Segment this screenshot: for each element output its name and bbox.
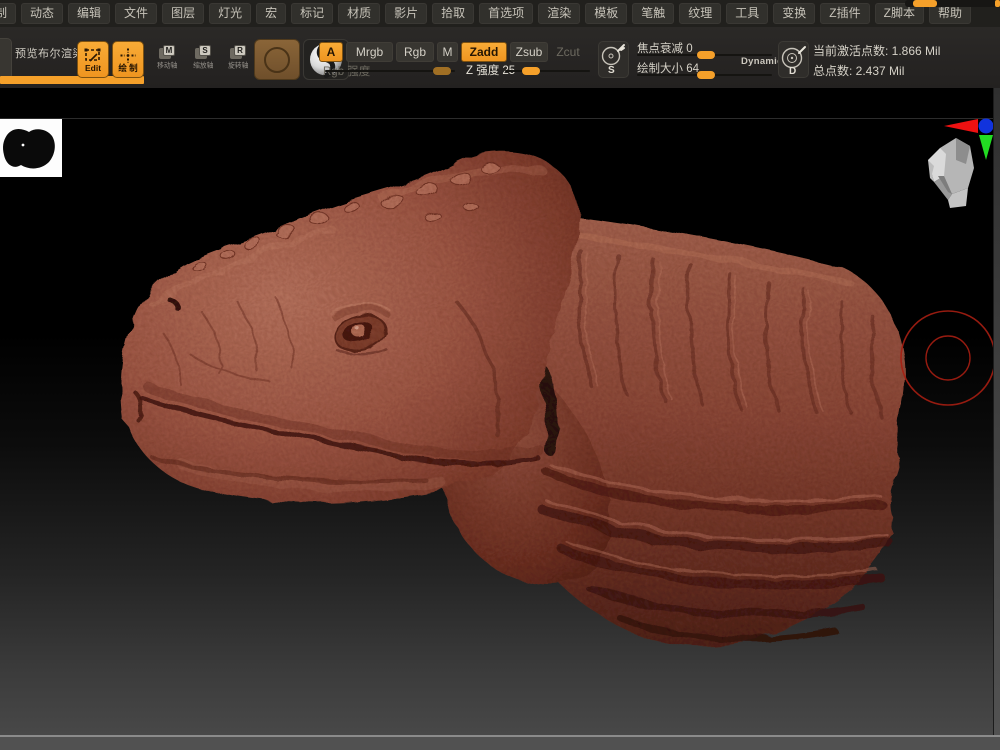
menu-item-material[interactable]: 材质 (338, 3, 380, 24)
menu-bar: 制 动态 编辑 文件 图层 灯光 宏 标记 材质 影片 拾取 首选项 渲染 模板… (0, 0, 1000, 27)
tool-head-icon[interactable] (922, 130, 978, 208)
menu-item-transform[interactable]: 变换 (773, 3, 815, 24)
rotate-gizmo-button[interactable]: R 旋转轴 (221, 45, 255, 75)
draw-size-handle[interactable] (697, 71, 715, 79)
edit-button-label: Edit (85, 64, 101, 72)
top-shelf: 预览布尔渲染 Edit 绘 制 M 移动轴 (0, 27, 1000, 88)
rgb-intensity-handle[interactable] (433, 67, 451, 75)
top-scroll-slider[interactable] (905, 0, 1000, 7)
rgb-intensity-slider[interactable] (325, 70, 455, 72)
active-points-count: 当前激活点数: 1.866 Mil (813, 42, 940, 59)
menu-item-zplugin[interactable]: Z插件 (820, 3, 869, 24)
edit-button[interactable]: Edit (77, 41, 109, 78)
svg-text:D: D (789, 66, 796, 77)
menu-item-texture[interactable]: 纹理 (679, 3, 721, 24)
draw-size-slider[interactable] (637, 74, 772, 76)
zadd-button[interactable]: Zadd (461, 42, 507, 62)
zsub-button[interactable]: Zsub (510, 42, 548, 62)
menu-item-render[interactable]: 渲染 (538, 3, 580, 24)
menu-item-marker[interactable]: 标记 (291, 3, 333, 24)
shelf-edge-button[interactable] (0, 38, 12, 80)
rgb-button[interactable]: Rgb (396, 42, 434, 62)
top-scroll-nub (995, 0, 1000, 7)
brush-cursor (0, 88, 1000, 735)
move-label: 移动轴 (157, 61, 177, 71)
menu-item-picker[interactable]: 拾取 (432, 3, 474, 24)
bottom-bar (0, 735, 1000, 750)
zbrush-window: 制 动态 编辑 文件 图层 灯光 宏 标记 材质 影片 拾取 首选项 渲染 模板… (0, 0, 1000, 750)
scale-label: 缩放轴 (193, 61, 213, 71)
menu-item-layer[interactable]: 图层 (162, 3, 204, 24)
menu-item-edit[interactable]: 编辑 (68, 3, 110, 24)
mrgb-button[interactable]: Mrgb (346, 42, 393, 62)
draw-size-d-icon: D (779, 42, 808, 77)
z-intensity-slider[interactable] (505, 70, 590, 72)
canvas-right-border (993, 88, 1000, 735)
move-icon: M (159, 45, 175, 59)
menu-item-movie[interactable]: 影片 (385, 3, 427, 24)
menu-item-partial[interactable]: 制 (0, 3, 16, 24)
preview-boolean-button[interactable]: 预览布尔渲染 (15, 45, 84, 61)
dynamic-d-button[interactable]: D (778, 41, 809, 78)
z-intensity-handle[interactable] (522, 67, 540, 75)
brush-size-icon: S (599, 42, 628, 77)
menu-item-light[interactable]: 灯光 (209, 3, 251, 24)
menu-item-preferences[interactable]: 首选项 (479, 3, 533, 24)
scale-icon: S (195, 45, 211, 59)
brush-well[interactable] (254, 39, 300, 80)
menu-item-stroke[interactable]: 笔触 (632, 3, 674, 24)
menu-item-file[interactable]: 文件 (115, 3, 157, 24)
move-gizmo-button[interactable]: M 移动轴 (150, 45, 184, 75)
marquee-icon (84, 48, 102, 63)
menu-item-dynamic[interactable]: 动态 (21, 3, 63, 24)
svg-text:S: S (608, 65, 615, 76)
draw-button-label: 绘 制 (118, 64, 137, 72)
rotate-label: 旋转轴 (228, 61, 248, 71)
menu-item-macro[interactable]: 宏 (256, 3, 286, 24)
z-axis-dot (979, 119, 994, 134)
top-scroll-handle[interactable] (913, 0, 937, 7)
mask-button[interactable]: M (437, 42, 458, 62)
menu-item-template[interactable]: 模板 (585, 3, 627, 24)
rotate-icon: R (230, 45, 246, 59)
dynamic-mode-label[interactable]: Dynamic (741, 56, 783, 67)
focal-shift-handle[interactable] (697, 51, 715, 59)
total-points-count: 总点数: 2.437 Mil (813, 62, 904, 79)
stroke-s-button[interactable]: S (598, 41, 629, 78)
brush-tip-icon (264, 47, 290, 73)
document-canvas[interactable] (0, 88, 1000, 735)
menu-item-tool[interactable]: 工具 (726, 3, 768, 24)
zcut-button[interactable]: Zcut (551, 42, 585, 62)
draw-button[interactable]: 绘 制 (112, 41, 144, 78)
auto-color-button[interactable]: A (319, 42, 343, 62)
crosshair-icon (120, 48, 136, 63)
scale-gizmo-button[interactable]: S 缩放轴 (186, 45, 220, 75)
y-axis-arrow (979, 135, 993, 160)
